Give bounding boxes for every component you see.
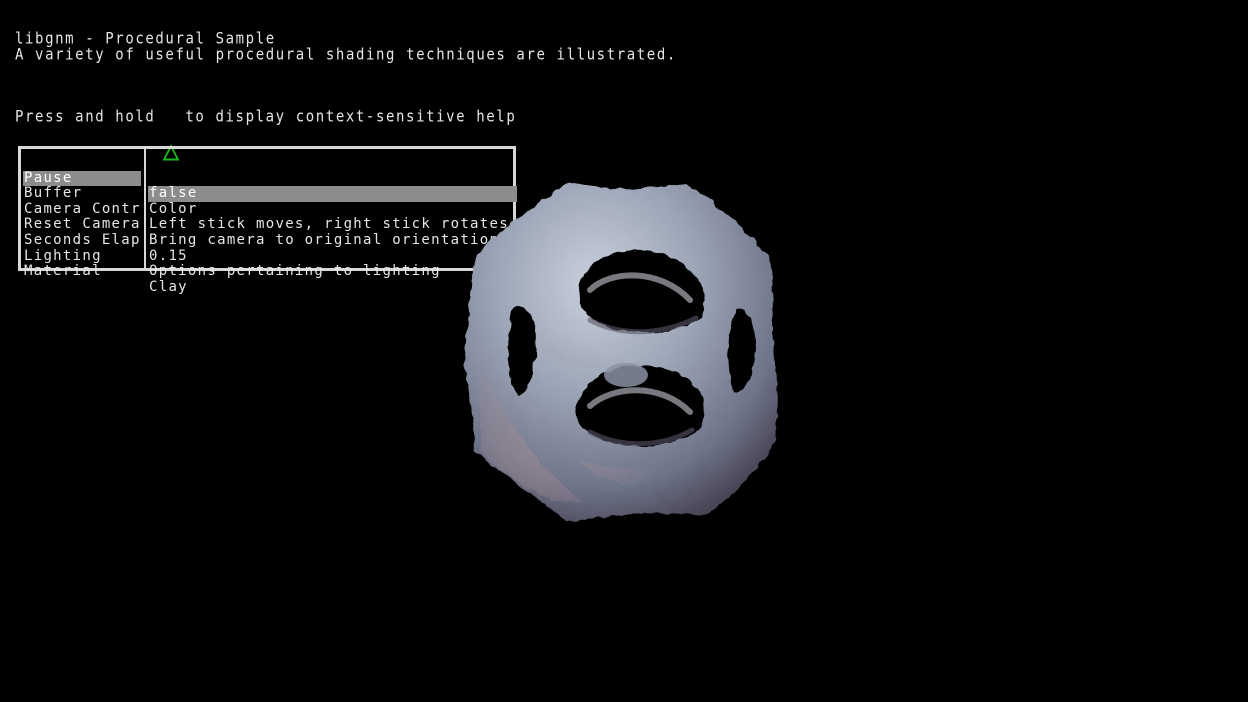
menu-item-label: Material (24, 264, 102, 280)
help-hint-suffix: to display context-sensitive help (185, 108, 517, 126)
clay-lattice-object (464, 182, 778, 522)
app-subtitle: A variety of useful procedural shading t… (15, 46, 677, 64)
procedural-object-render[interactable] (440, 160, 800, 540)
triangle-button-icon (161, 108, 181, 161)
help-hint: Press and hold to display context-sensit… (15, 108, 517, 161)
help-hint-prefix: Press and hold (15, 108, 156, 126)
